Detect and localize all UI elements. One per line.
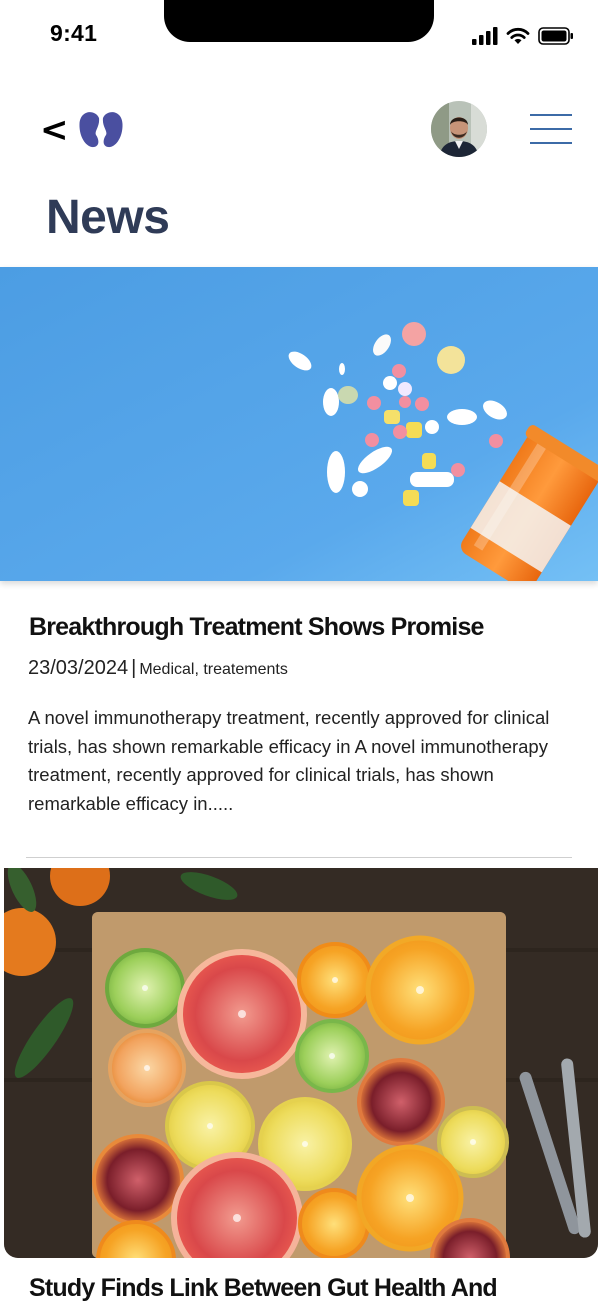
status-bar: 9:41 [0,0,598,70]
article-meta: 23/03/2024 | Medical, treatements [28,657,288,680]
device-notch [164,0,434,42]
article-date: 23/03/2024 [28,657,129,679]
article-categories: Medical, treatements [139,661,288,678]
back-button[interactable]: < [40,112,69,148]
user-photo-icon [431,101,487,157]
kidney-logo-icon [79,112,123,148]
pills-photo [0,267,598,581]
article-image-pills[interactable] [0,267,598,581]
wifi-icon [506,27,530,44]
hamburger-menu-icon[interactable] [530,114,572,144]
article-excerpt: A novel immunotherapy treatment, recentl… [28,707,550,815]
article-image-citrus[interactable] [4,868,598,1258]
avatar[interactable] [431,101,487,157]
page-title: News [46,191,170,244]
meta-separator: | [131,657,137,679]
cellular-signal-icon [472,27,498,45]
divider [26,857,572,858]
citrus-photo [4,868,598,1258]
article-title-2[interactable]: Study Finds Link Between Gut Health And [29,1274,498,1303]
battery-icon [538,27,573,45]
article-title[interactable]: Breakthrough Treatment Shows Promise [29,613,484,642]
status-time: 9:41 [50,20,98,46]
status-icons [472,26,574,46]
